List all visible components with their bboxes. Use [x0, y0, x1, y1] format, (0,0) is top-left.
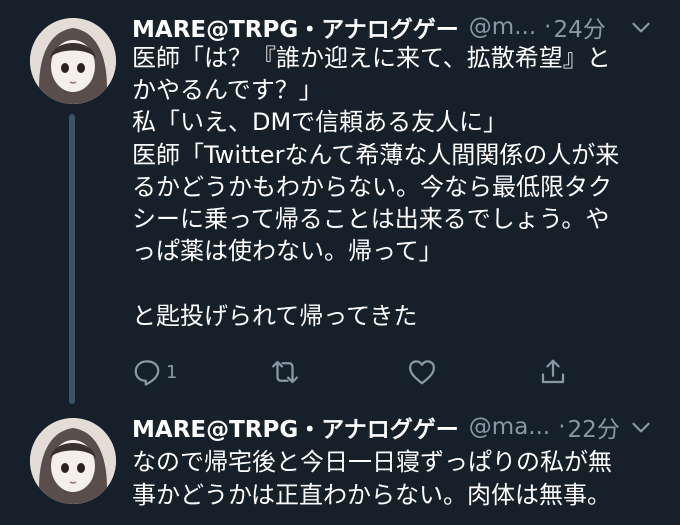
thread-line — [69, 114, 75, 404]
tweet[interactable]: MARE@TRPG・アナログゲー @m... · 24分 医師「は？『誰か迎えに… — [0, 0, 680, 404]
tweet-header: MARE@TRPG・アナログゲー @m... · 24分 — [132, 10, 672, 44]
like-button[interactable] — [407, 354, 437, 390]
timestamp[interactable]: 22分 — [568, 410, 620, 444]
retweet-icon — [272, 360, 298, 384]
avatar[interactable] — [30, 418, 116, 504]
chevron-down-icon[interactable] — [628, 414, 654, 440]
timestamp[interactable]: 24分 — [553, 10, 605, 44]
handle[interactable]: @m... — [469, 14, 536, 40]
tweet[interactable]: MARE@TRPG・アナログゲー @ma... · 22分 なので帰宅後と今日一… — [0, 402, 680, 525]
handle[interactable]: @ma... — [469, 414, 550, 440]
retweet-button[interactable] — [270, 354, 300, 390]
separator-dot: · — [558, 414, 566, 440]
heart-icon — [409, 360, 435, 385]
avatar[interactable] — [30, 18, 116, 104]
tweet-header: MARE@TRPG・アナログゲー @ma... · 22分 — [132, 410, 672, 444]
reply-button[interactable]: 1 — [132, 354, 177, 390]
display-name[interactable]: MARE@TRPG・アナログゲー — [132, 10, 459, 44]
display-name[interactable]: MARE@TRPG・アナログゲー — [132, 410, 459, 444]
share-button[interactable] — [538, 354, 568, 390]
separator-dot: · — [544, 14, 552, 40]
chevron-down-icon[interactable] — [628, 14, 654, 40]
tweet-text: なので帰宅後と今日一日寝ずっぱりの私が無 事かどうかは正直わからない。肉体は無事… — [132, 448, 612, 509]
tweet-actions: 1 — [132, 354, 582, 390]
tweet-text: 医師「は？『誰か迎えに来て、拡散希望』と かやるんです？」 私「いえ、DMで信頼… — [132, 44, 620, 330]
reply-count: 1 — [166, 361, 178, 383]
reply-icon — [134, 360, 160, 386]
share-icon — [541, 359, 565, 384]
